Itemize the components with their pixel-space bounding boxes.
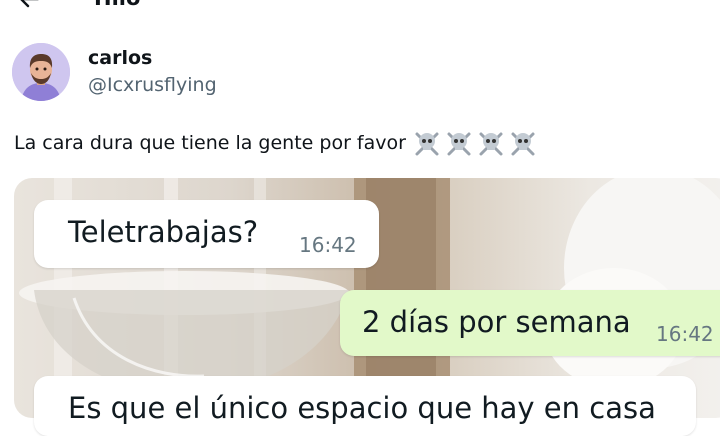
author-handle[interactable]: @Icxrusflying — [88, 74, 217, 96]
skull-crossbones-icon — [511, 132, 535, 156]
arrow-left-icon[interactable] — [18, 0, 40, 10]
author-name[interactable]: carlos — [88, 47, 152, 69]
message-text: 2 días por semana — [362, 305, 631, 339]
message-time: 16:42 — [299, 233, 357, 257]
thread-header: Hilo — [0, 0, 720, 14]
chat-bubble-incoming: Es que el único espacio que hay en casa — [34, 376, 696, 436]
post-body: La cara dura que tiene la gente por favo… — [14, 128, 538, 158]
chat-bubble-outgoing: 2 días por semana 16:42 — [340, 290, 720, 356]
post-text: La cara dura que tiene la gente por favo… — [14, 132, 406, 154]
message-time: 16:42 — [656, 322, 714, 346]
message-text: Teletrabajas? — [68, 215, 259, 249]
chat-bubble-incoming: Teletrabajas? 16:42 — [34, 200, 379, 268]
emoji-group — [412, 128, 538, 158]
avatar[interactable] — [12, 43, 70, 101]
message-text: Es que el único espacio que hay en casa — [68, 391, 656, 425]
page-title: Hilo — [94, 0, 140, 10]
skull-crossbones-icon — [479, 132, 503, 156]
skull-crossbones-icon — [415, 132, 439, 156]
skull-crossbones-icon — [447, 132, 471, 156]
